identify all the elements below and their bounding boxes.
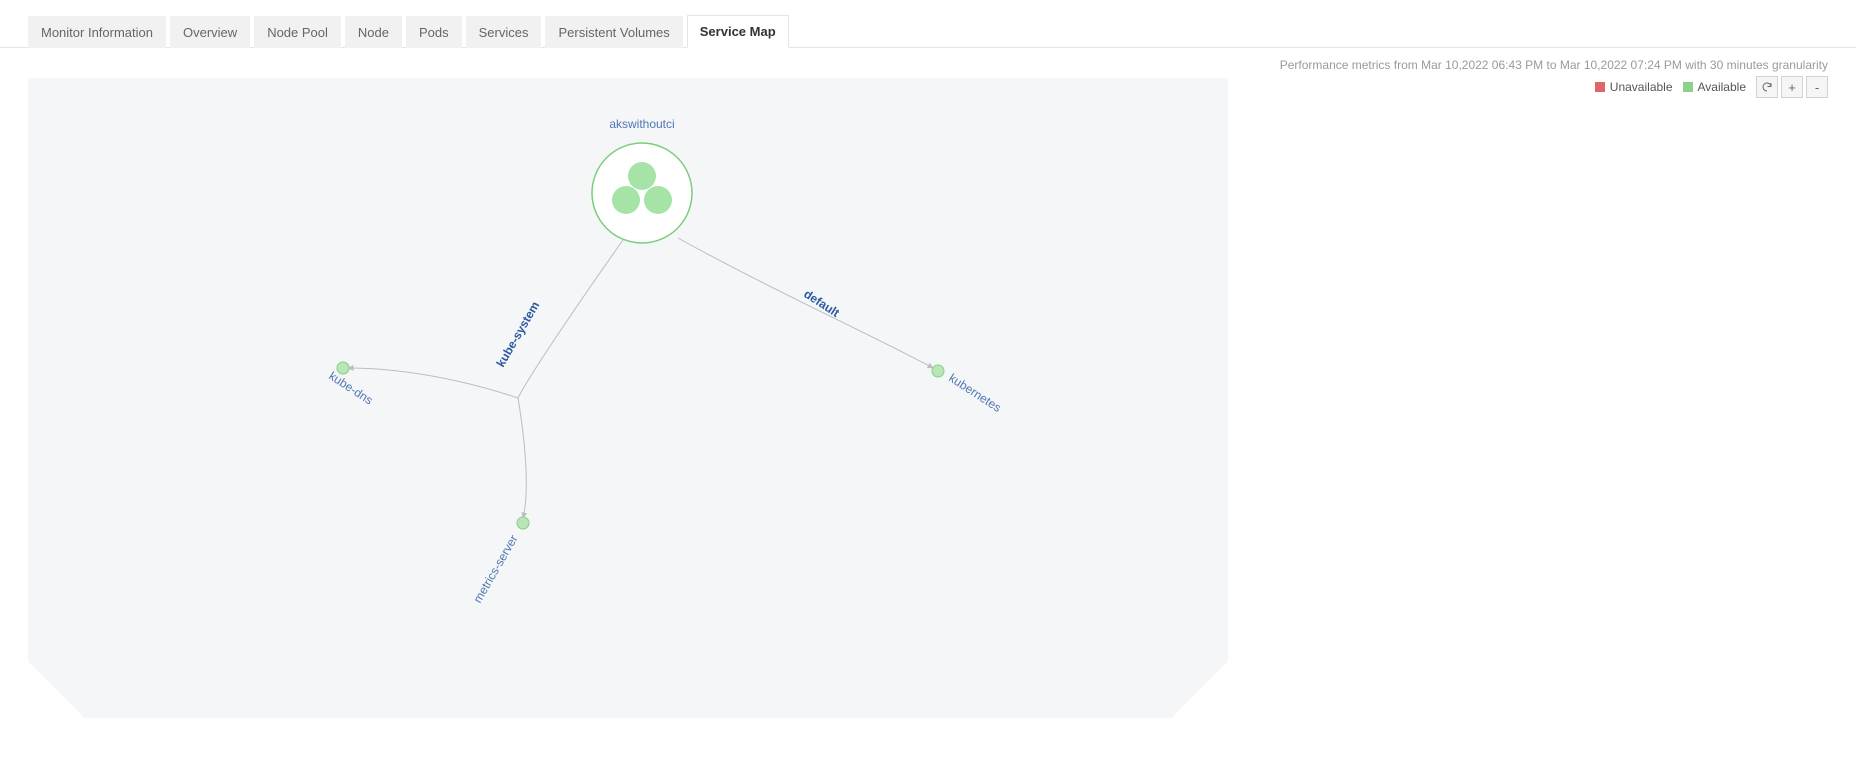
tab-persistent-volumes[interactable]: Persistent Volumes	[545, 16, 682, 48]
edge-root-kubernetes	[678, 238, 933, 368]
node-kubernetes-label: kubernetes	[946, 371, 1003, 415]
tab-pods[interactable]: Pods	[406, 16, 462, 48]
node-kubernetes[interactable]: kubernetes	[932, 365, 1004, 415]
refresh-icon	[1761, 81, 1773, 93]
node-root-label: akswithoutci	[609, 117, 674, 131]
metrics-range-text: Performance metrics from Mar 10,2022 06:…	[0, 48, 1856, 76]
tab-bar: Monitor Information Overview Node Pool N…	[0, 0, 1856, 48]
edge-label-default: default	[801, 287, 842, 320]
zoom-in-button[interactable]: +	[1781, 76, 1803, 98]
tab-monitor-information[interactable]: Monitor Information	[28, 16, 166, 48]
edge-label-kube-system: kube-system	[493, 299, 542, 370]
legend-unavailable-label: Unavailable	[1610, 80, 1673, 94]
map-controls: + -	[1756, 76, 1828, 98]
node-metrics-server[interactable]: metrics-server	[470, 517, 529, 605]
swatch-green-icon	[1683, 82, 1693, 92]
node-root[interactable]: akswithoutci	[592, 117, 692, 243]
refresh-button[interactable]	[1756, 76, 1778, 98]
swatch-red-icon	[1595, 82, 1605, 92]
edge-kubesystem-metricsserver	[518, 398, 526, 518]
tab-node[interactable]: Node	[345, 16, 402, 48]
tab-node-pool[interactable]: Node Pool	[254, 16, 341, 48]
node-kube-dns-label: kube-dns	[326, 369, 375, 408]
tab-service-map[interactable]: Service Map	[687, 15, 789, 48]
legend-available: Available	[1683, 80, 1746, 94]
zoom-out-button[interactable]: -	[1806, 76, 1828, 98]
legend-available-label: Available	[1698, 80, 1746, 94]
tab-services[interactable]: Services	[466, 16, 542, 48]
node-metrics-server-label: metrics-server	[470, 533, 520, 606]
service-map-svg: kube-system default akswithoutci kube-dn…	[28, 78, 1228, 718]
legend-unavailable: Unavailable	[1595, 80, 1673, 94]
service-map-canvas[interactable]: kube-system default akswithoutci kube-dn…	[28, 78, 1228, 718]
tab-overview[interactable]: Overview	[170, 16, 250, 48]
